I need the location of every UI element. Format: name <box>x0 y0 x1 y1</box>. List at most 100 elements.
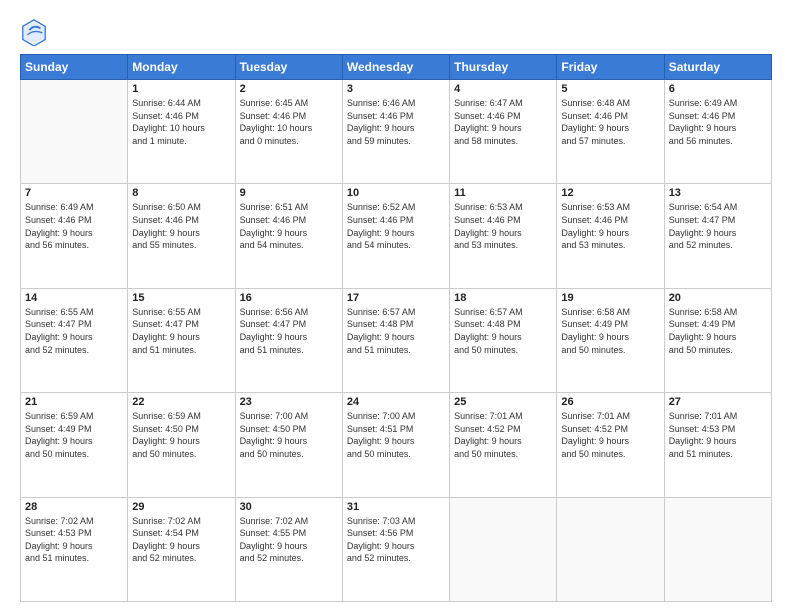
day-info: Sunrise: 6:50 AMSunset: 4:46 PMDaylight:… <box>132 201 230 251</box>
day-number: 6 <box>669 83 767 95</box>
day-number: 23 <box>240 396 338 408</box>
calendar-cell: 19 Sunrise: 6:58 AMSunset: 4:49 PMDayligh… <box>557 288 664 392</box>
day-info: Sunrise: 7:00 AMSunset: 4:50 PMDaylight:… <box>240 410 338 460</box>
day-info: Sunrise: 7:01 AMSunset: 4:53 PMDaylight:… <box>669 410 767 460</box>
weekday-header-wednesday: Wednesday <box>342 55 449 80</box>
day-number: 14 <box>25 292 123 304</box>
day-info: Sunrise: 6:59 AMSunset: 4:49 PMDaylight:… <box>25 410 123 460</box>
calendar-week-row: 7Sunrise: 6:49 AMSunset: 4:46 PMDaylight… <box>21 184 772 288</box>
day-number: 31 <box>347 501 445 513</box>
calendar-cell: 9Sunrise: 6:51 AMSunset: 4:46 PMDaylight… <box>235 184 342 288</box>
day-number: 28 <box>25 501 123 513</box>
day-info: Sunrise: 6:44 AMSunset: 4:46 PMDaylight:… <box>132 97 230 147</box>
day-number: 1 <box>132 83 230 95</box>
weekday-header-thursday: Thursday <box>450 55 557 80</box>
day-info: Sunrise: 7:02 AMSunset: 4:55 PMDaylight:… <box>240 515 338 565</box>
day-number: 3 <box>347 83 445 95</box>
day-info: Sunrise: 6:49 AMSunset: 4:46 PMDaylight:… <box>669 97 767 147</box>
calendar-cell: 1 Sunrise: 6:44 AMSunset: 4:46 PMDaylight… <box>128 80 235 184</box>
calendar-cell: 21 Sunrise: 6:59 AMSunset: 4:49 PMDayligh… <box>21 393 128 497</box>
header <box>20 18 772 46</box>
calendar-cell: 18 Sunrise: 6:57 AMSunset: 4:48 PMDayligh… <box>450 288 557 392</box>
calendar-cell: 13 Sunrise: 6:54 AMSunset: 4:47 PMDayligh… <box>664 184 771 288</box>
day-info: Sunrise: 6:54 AMSunset: 4:47 PMDaylight:… <box>669 201 767 251</box>
calendar-cell <box>21 80 128 184</box>
day-info: Sunrise: 6:59 AMSunset: 4:50 PMDaylight:… <box>132 410 230 460</box>
day-number: 2 <box>240 83 338 95</box>
day-number: 8 <box>132 187 230 199</box>
calendar-cell: 15 Sunrise: 6:55 AMSunset: 4:47 PMDayligh… <box>128 288 235 392</box>
calendar-cell: 25 Sunrise: 7:01 AMSunset: 4:52 PMDayligh… <box>450 393 557 497</box>
logo-icon <box>20 18 48 46</box>
calendar-cell <box>664 497 771 601</box>
weekday-header-sunday: Sunday <box>21 55 128 80</box>
day-number: 21 <box>25 396 123 408</box>
calendar-cell: 10 Sunrise: 6:52 AMSunset: 4:46 PMDayligh… <box>342 184 449 288</box>
day-number: 19 <box>561 292 659 304</box>
weekday-header-row: SundayMondayTuesdayWednesdayThursdayFrid… <box>21 55 772 80</box>
day-number: 13 <box>669 187 767 199</box>
day-info: Sunrise: 7:02 AMSunset: 4:53 PMDaylight:… <box>25 515 123 565</box>
day-info: Sunrise: 6:58 AMSunset: 4:49 PMDaylight:… <box>561 306 659 356</box>
calendar-table: SundayMondayTuesdayWednesdayThursdayFrid… <box>20 54 772 602</box>
day-info: Sunrise: 7:02 AMSunset: 4:54 PMDaylight:… <box>132 515 230 565</box>
day-number: 12 <box>561 187 659 199</box>
page: SundayMondayTuesdayWednesdayThursdayFrid… <box>0 0 792 612</box>
weekday-header-friday: Friday <box>557 55 664 80</box>
day-info: Sunrise: 6:58 AMSunset: 4:49 PMDaylight:… <box>669 306 767 356</box>
day-info: Sunrise: 6:48 AMSunset: 4:46 PMDaylight:… <box>561 97 659 147</box>
calendar-cell: 6 Sunrise: 6:49 AMSunset: 4:46 PMDaylight… <box>664 80 771 184</box>
day-number: 26 <box>561 396 659 408</box>
calendar-cell: 16Sunrise: 6:56 AMSunset: 4:47 PMDayligh… <box>235 288 342 392</box>
day-number: 15 <box>132 292 230 304</box>
day-number: 9 <box>240 187 338 199</box>
day-number: 17 <box>347 292 445 304</box>
weekday-header-saturday: Saturday <box>664 55 771 80</box>
calendar-cell: 29 Sunrise: 7:02 AMSunset: 4:54 PMDayligh… <box>128 497 235 601</box>
day-number: 20 <box>669 292 767 304</box>
weekday-header-monday: Monday <box>128 55 235 80</box>
calendar-cell: 2 Sunrise: 6:45 AMSunset: 4:46 PMDaylight… <box>235 80 342 184</box>
calendar-cell: 3 Sunrise: 6:46 AMSunset: 4:46 PMDaylight… <box>342 80 449 184</box>
day-info: Sunrise: 7:03 AMSunset: 4:56 PMDaylight:… <box>347 515 445 565</box>
day-number: 18 <box>454 292 552 304</box>
calendar-cell: 20 Sunrise: 6:58 AMSunset: 4:49 PMDayligh… <box>664 288 771 392</box>
day-info: Sunrise: 7:01 AMSunset: 4:52 PMDaylight:… <box>561 410 659 460</box>
day-info: Sunrise: 6:57 AMSunset: 4:48 PMDaylight:… <box>454 306 552 356</box>
calendar-cell: 27 Sunrise: 7:01 AMSunset: 4:53 PMDayligh… <box>664 393 771 497</box>
calendar-week-row: 28 Sunrise: 7:02 AMSunset: 4:53 PMDayligh… <box>21 497 772 601</box>
day-number: 24 <box>347 396 445 408</box>
weekday-header-tuesday: Tuesday <box>235 55 342 80</box>
calendar-cell: 17 Sunrise: 6:57 AMSunset: 4:48 PMDayligh… <box>342 288 449 392</box>
day-info: Sunrise: 6:55 AMSunset: 4:47 PMDaylight:… <box>25 306 123 356</box>
calendar-cell: 22Sunrise: 6:59 AMSunset: 4:50 PMDayligh… <box>128 393 235 497</box>
calendar-week-row: 1 Sunrise: 6:44 AMSunset: 4:46 PMDaylight… <box>21 80 772 184</box>
day-info: Sunrise: 6:56 AMSunset: 4:47 PMDaylight:… <box>240 306 338 356</box>
day-number: 10 <box>347 187 445 199</box>
day-info: Sunrise: 6:49 AMSunset: 4:46 PMDaylight:… <box>25 201 123 251</box>
day-number: 11 <box>454 187 552 199</box>
day-number: 4 <box>454 83 552 95</box>
day-number: 29 <box>132 501 230 513</box>
day-info: Sunrise: 6:55 AMSunset: 4:47 PMDaylight:… <box>132 306 230 356</box>
calendar-cell: 31 Sunrise: 7:03 AMSunset: 4:56 PMDayligh… <box>342 497 449 601</box>
day-info: Sunrise: 7:01 AMSunset: 4:52 PMDaylight:… <box>454 410 552 460</box>
logo <box>20 18 52 46</box>
day-info: Sunrise: 6:52 AMSunset: 4:46 PMDaylight:… <box>347 201 445 251</box>
day-number: 25 <box>454 396 552 408</box>
calendar-cell: 26 Sunrise: 7:01 AMSunset: 4:52 PMDayligh… <box>557 393 664 497</box>
day-info: Sunrise: 6:46 AMSunset: 4:46 PMDaylight:… <box>347 97 445 147</box>
calendar-cell: 11Sunrise: 6:53 AMSunset: 4:46 PMDayligh… <box>450 184 557 288</box>
day-info: Sunrise: 7:00 AMSunset: 4:51 PMDaylight:… <box>347 410 445 460</box>
calendar-cell: 12Sunrise: 6:53 AMSunset: 4:46 PMDayligh… <box>557 184 664 288</box>
calendar-cell: 5Sunrise: 6:48 AMSunset: 4:46 PMDaylight… <box>557 80 664 184</box>
calendar-cell: 4Sunrise: 6:47 AMSunset: 4:46 PMDaylight… <box>450 80 557 184</box>
calendar-cell: 8 Sunrise: 6:50 AMSunset: 4:46 PMDaylight… <box>128 184 235 288</box>
day-number: 27 <box>669 396 767 408</box>
day-info: Sunrise: 6:45 AMSunset: 4:46 PMDaylight:… <box>240 97 338 147</box>
day-number: 30 <box>240 501 338 513</box>
day-info: Sunrise: 6:57 AMSunset: 4:48 PMDaylight:… <box>347 306 445 356</box>
calendar-cell <box>450 497 557 601</box>
calendar-cell: 24 Sunrise: 7:00 AMSunset: 4:51 PMDayligh… <box>342 393 449 497</box>
calendar-cell: 23 Sunrise: 7:00 AMSunset: 4:50 PMDayligh… <box>235 393 342 497</box>
